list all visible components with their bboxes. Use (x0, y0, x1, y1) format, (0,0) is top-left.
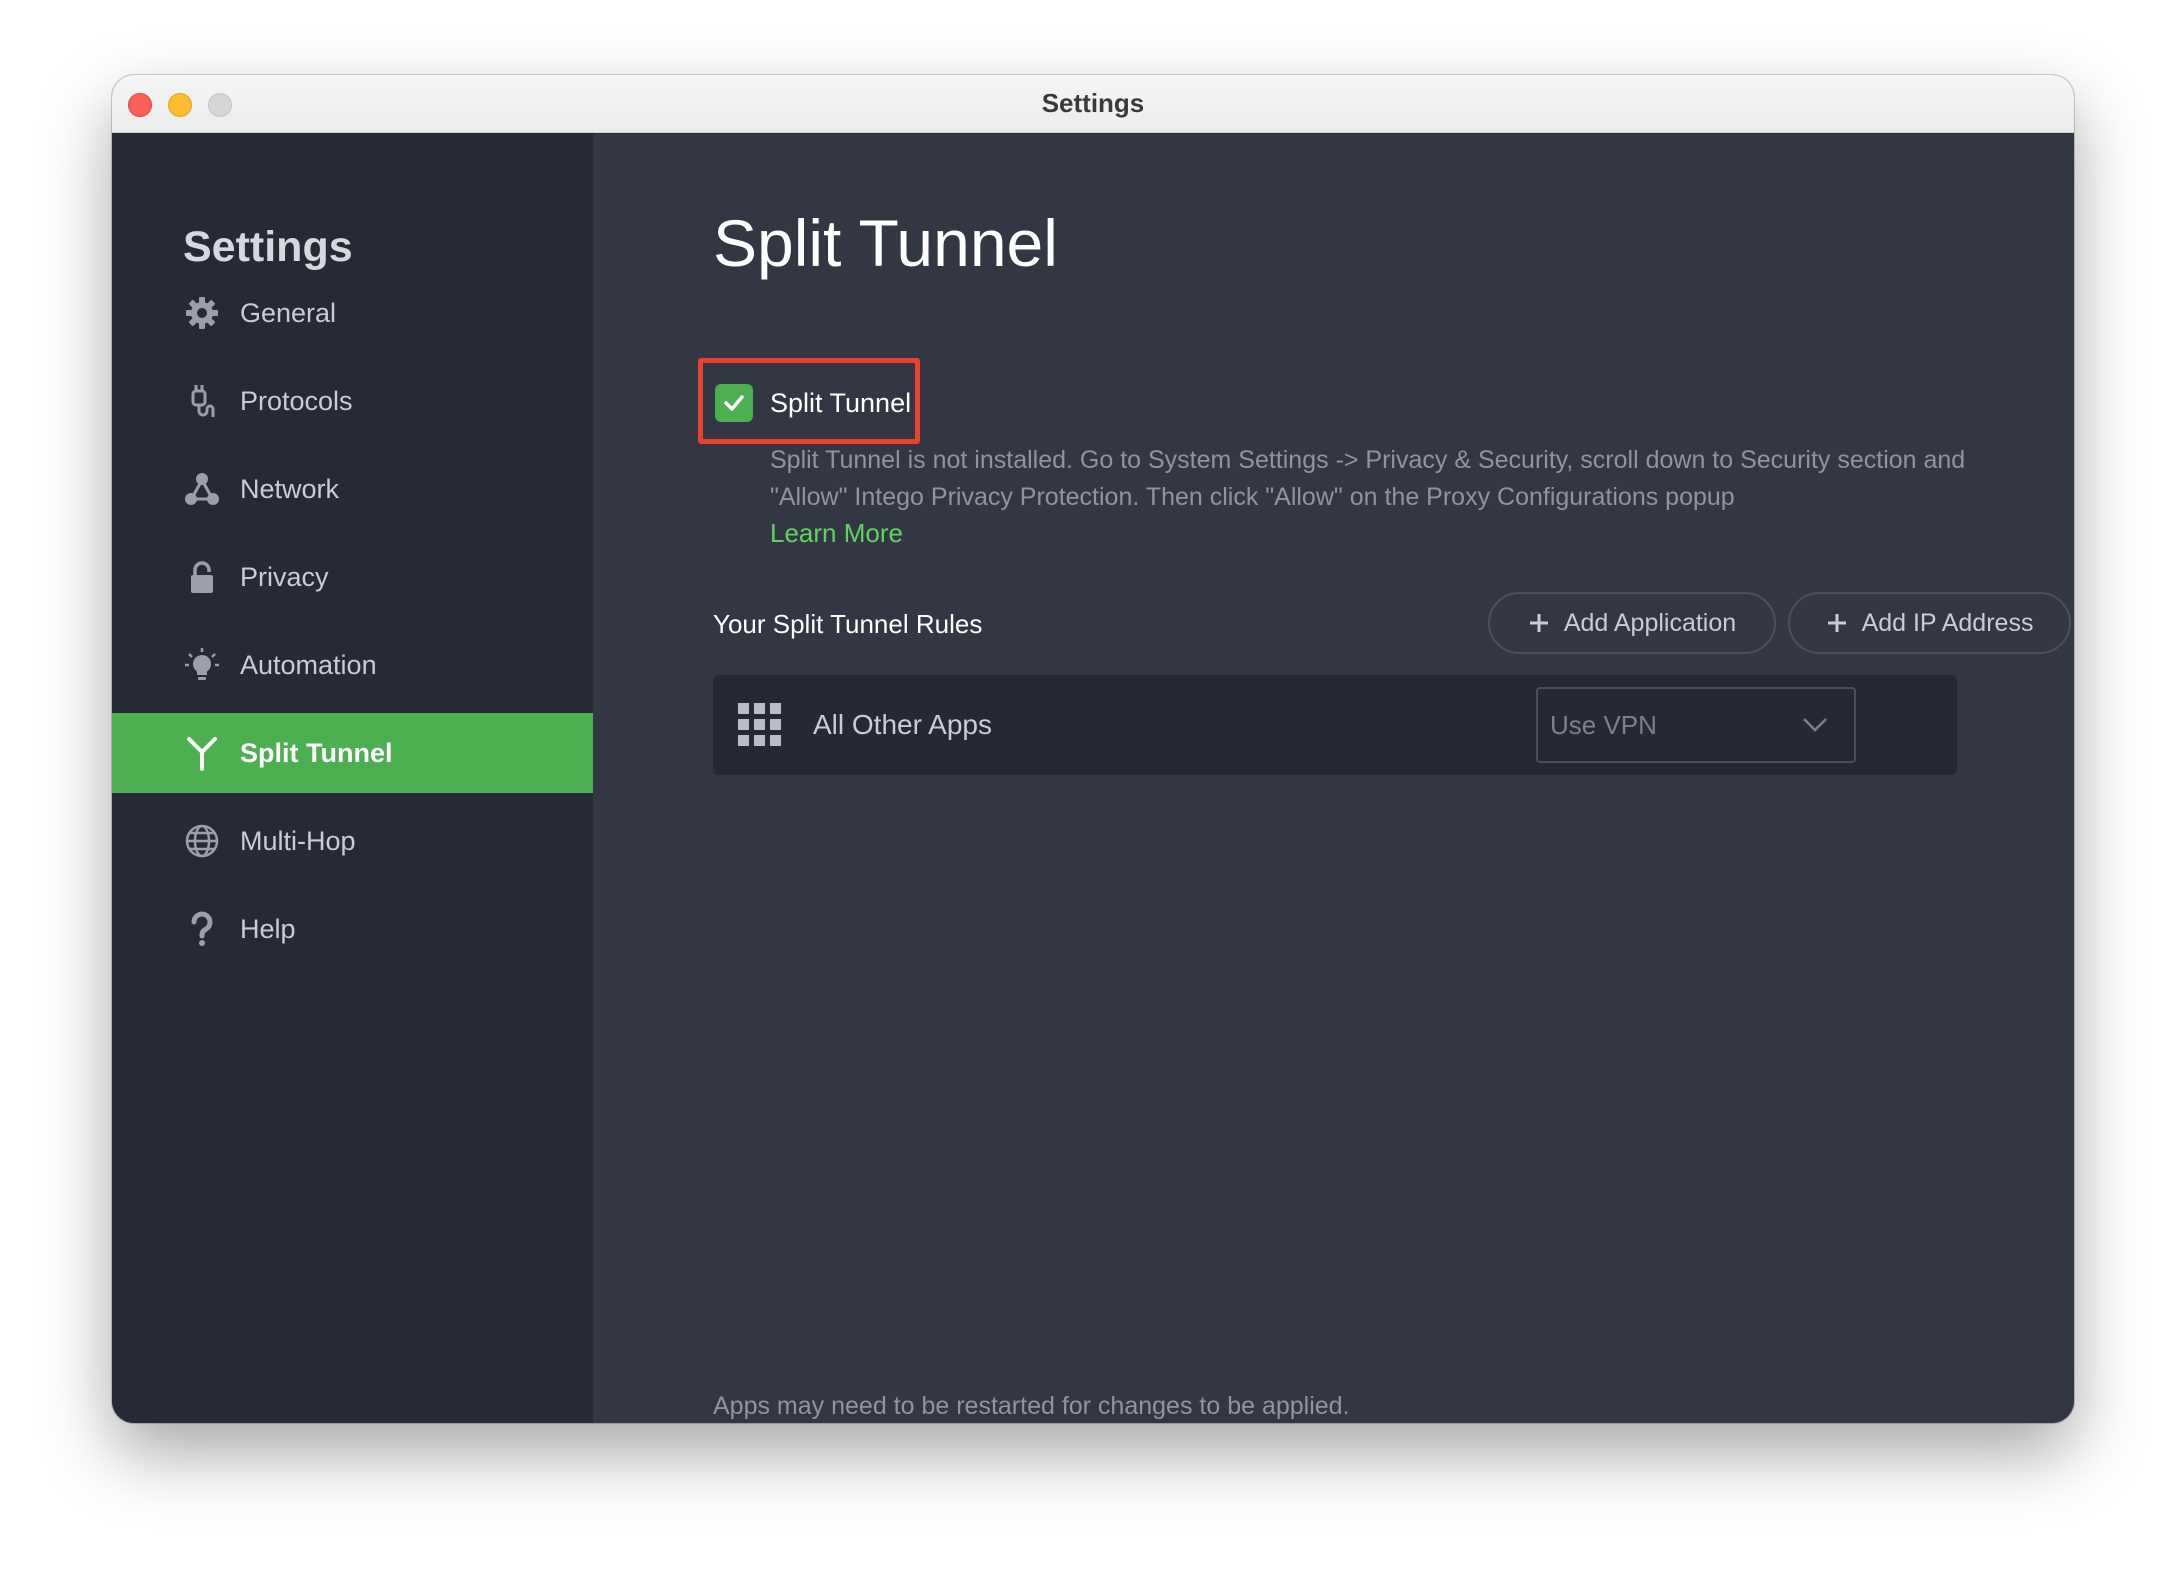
chevron-down-icon (1803, 718, 1827, 732)
apps-grid-icon (738, 703, 781, 746)
sidebar-item-protocols[interactable]: Protocols (112, 361, 593, 441)
add-ip-address-label: Add IP Address (1861, 608, 2034, 637)
add-application-label: Add Application (1563, 608, 1737, 637)
learn-more-link[interactable]: Learn More (770, 516, 903, 550)
gear-icon (182, 293, 222, 333)
question-icon (182, 909, 222, 949)
sidebar-item-split-tunnel[interactable]: Split Tunnel (112, 713, 593, 793)
sidebar-item-label: Automation (240, 649, 377, 680)
footer-note: Apps may need to be restarted for change… (713, 1392, 1350, 1420)
sidebar: Settings General Protocols Network Priva… (112, 133, 593, 1423)
sidebar-item-label: Help (240, 913, 296, 944)
title-bar: Settings (112, 75, 2074, 133)
split-icon (182, 733, 222, 773)
rule-name: All Other Apps (813, 709, 992, 740)
add-application-button[interactable]: Add Application (1488, 592, 1776, 654)
split-tunnel-checkbox-label[interactable]: Split Tunnel (770, 386, 911, 420)
sidebar-item-label: Split Tunnel (240, 737, 393, 768)
sidebar-item-label: Privacy (240, 561, 329, 592)
lightbulb-icon (182, 645, 222, 685)
plug-icon (182, 381, 222, 421)
network-icon (182, 469, 222, 509)
add-ip-address-button[interactable]: Add IP Address (1788, 592, 2071, 654)
plus-icon (1826, 612, 1848, 634)
sidebar-item-network[interactable]: Network (112, 449, 593, 529)
install-notice: Split Tunnel is not installed. Go to Sys… (770, 446, 1966, 511)
sidebar-title: Settings (183, 223, 353, 271)
rule-row: All Other Apps Use VPN (713, 675, 1957, 775)
sidebar-item-automation[interactable]: Automation (112, 625, 593, 705)
sidebar-item-help[interactable]: Help (112, 889, 593, 969)
lock-icon (182, 557, 222, 597)
sidebar-item-label: Protocols (240, 385, 353, 416)
main-content: Split Tunnel Split Tunnel Split Tunnel i… (593, 133, 2074, 1423)
sidebar-item-label: General (240, 297, 337, 328)
rule-mode-value: Use VPN (1550, 710, 1657, 740)
plus-icon (1528, 612, 1550, 634)
sidebar-item-privacy[interactable]: Privacy (112, 537, 593, 617)
sidebar-item-general[interactable]: General (112, 273, 593, 353)
split-tunnel-checkbox[interactable] (715, 384, 753, 422)
globe-icon (182, 821, 222, 861)
sidebar-item-label: Multi-Hop (240, 825, 356, 856)
check-icon (724, 395, 744, 411)
sidebar-item-label: Network (240, 473, 340, 504)
sidebar-item-multi-hop[interactable]: Multi-Hop (112, 801, 593, 881)
settings-window: Settings Settings General Protocols Netw… (112, 75, 2074, 1423)
rules-title: Your Split Tunnel Rules (713, 609, 983, 639)
window-title: Settings (1041, 88, 1145, 118)
page-title: Split Tunnel (713, 206, 1058, 280)
rule-mode-select[interactable]: Use VPN (1536, 687, 1856, 763)
